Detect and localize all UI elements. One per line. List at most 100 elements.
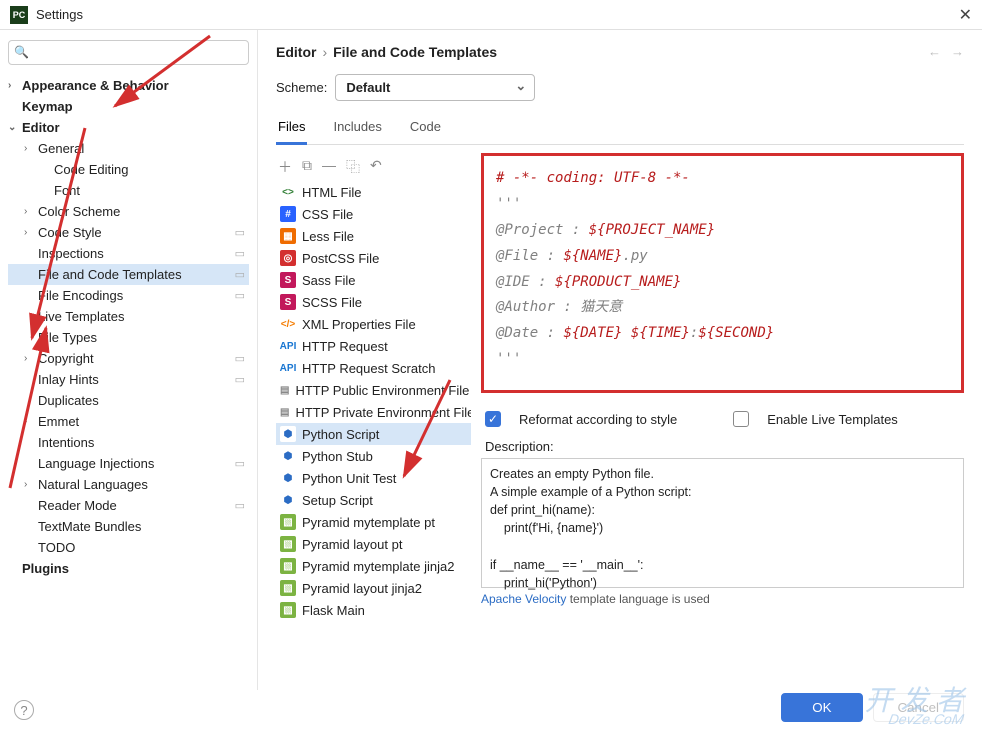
- forward-icon[interactable]: →: [951, 44, 964, 59]
- file-item[interactable]: <>HTML File: [276, 181, 471, 203]
- settings-tree[interactable]: ›Appearance & BehaviorKeymap⌄Editor›Gene…: [8, 75, 249, 690]
- chevron-icon: ⌄: [8, 122, 16, 133]
- tree-item[interactable]: File Encodings▭: [8, 285, 249, 306]
- file-item[interactable]: </>XML Properties File: [276, 313, 471, 335]
- search-input[interactable]: [8, 40, 249, 65]
- chevron-icon: ›: [24, 479, 27, 490]
- file-item[interactable]: ◎PostCSS File: [276, 247, 471, 269]
- tree-item[interactable]: Font: [8, 180, 249, 201]
- tree-item[interactable]: Inspections▭: [8, 243, 249, 264]
- chevron-icon: ›: [24, 353, 27, 364]
- tab-files[interactable]: Files: [276, 113, 307, 145]
- live-templates-checkbox[interactable]: [733, 411, 749, 427]
- tree-item[interactable]: Code Editing: [8, 159, 249, 180]
- tree-item[interactable]: ›Copyright▭: [8, 348, 249, 369]
- tree-item[interactable]: ›General: [8, 138, 249, 159]
- file-item[interactable]: ⬢Setup Script: [276, 489, 471, 511]
- ok-button[interactable]: OK: [781, 693, 862, 722]
- language-note: Apache Velocity template language is use…: [481, 588, 964, 610]
- tree-item[interactable]: Intentions: [8, 432, 249, 453]
- scope-icon: ▭: [235, 289, 245, 302]
- tree-item[interactable]: Duplicates: [8, 390, 249, 411]
- tree-item[interactable]: Live Templates: [8, 306, 249, 327]
- file-type-icon: #: [280, 206, 296, 222]
- tree-item[interactable]: Reader Mode▭: [8, 495, 249, 516]
- tree-item[interactable]: Inlay Hints▭: [8, 369, 249, 390]
- scheme-label: Scheme:: [276, 80, 327, 95]
- chevron-icon: ›: [24, 143, 27, 154]
- tree-item[interactable]: ›Color Scheme: [8, 201, 249, 222]
- apache-velocity-link[interactable]: Apache Velocity: [481, 592, 566, 606]
- file-item[interactable]: SSCSS File: [276, 291, 471, 313]
- scheme-select[interactable]: Default: [335, 74, 535, 101]
- scope-icon: ▭: [235, 352, 245, 365]
- remove-icon[interactable]: —: [322, 157, 336, 177]
- file-type-icon: API: [280, 338, 296, 354]
- tab-includes[interactable]: Includes: [331, 113, 383, 144]
- file-item[interactable]: APIHTTP Request: [276, 335, 471, 357]
- file-type-icon: ▧: [280, 580, 296, 596]
- tree-item[interactable]: File Types: [8, 327, 249, 348]
- tree-item[interactable]: TODO: [8, 537, 249, 558]
- tree-item[interactable]: ›Appearance & Behavior: [8, 75, 249, 96]
- scope-icon: ▭: [235, 499, 245, 512]
- chevron-icon: ›: [24, 206, 27, 217]
- file-item[interactable]: ⬢Python Script: [276, 423, 471, 445]
- file-type-icon: ⬢: [280, 426, 296, 442]
- tree-item[interactable]: ›Natural Languages: [8, 474, 249, 495]
- scope-icon: ▭: [235, 226, 245, 239]
- file-item[interactable]: #CSS File: [276, 203, 471, 225]
- cancel-button[interactable]: Cancel: [873, 693, 965, 722]
- close-icon[interactable]: ✕: [959, 5, 972, 25]
- tree-item[interactable]: ›Emmet: [8, 411, 249, 432]
- file-type-icon: ⬢: [280, 492, 296, 508]
- file-type-icon: ▤: [280, 382, 289, 398]
- undo-icon[interactable]: ↶: [370, 157, 382, 177]
- description-box[interactable]: Creates an empty Python file. A simple e…: [481, 458, 964, 588]
- add-icon[interactable]: ＋: [278, 157, 292, 177]
- file-type-icon: ◎: [280, 250, 296, 266]
- tree-item[interactable]: Keymap: [8, 96, 249, 117]
- chevron-icon: ›: [24, 227, 27, 238]
- file-type-icon: ▧: [280, 536, 296, 552]
- file-type-icon: ▧: [280, 514, 296, 530]
- help-icon[interactable]: ?: [14, 700, 34, 720]
- copy-icon[interactable]: ⿻: [346, 157, 360, 177]
- file-type-icon: ▤: [280, 404, 289, 420]
- file-item[interactable]: ▤HTTP Private Environment File: [276, 401, 471, 423]
- template-editor[interactable]: # -*- coding: UTF-8 -*- ''' @Project : $…: [481, 153, 964, 393]
- file-item[interactable]: APIHTTP Request Scratch: [276, 357, 471, 379]
- file-item[interactable]: ▧Pyramid mytemplate pt: [276, 511, 471, 533]
- file-item[interactable]: ⬢Python Unit Test: [276, 467, 471, 489]
- file-item[interactable]: ▧Pyramid layout jinja2: [276, 577, 471, 599]
- tab-code[interactable]: Code: [408, 113, 443, 144]
- template-file-list[interactable]: <>HTML File#CSS File▦Less File◎PostCSS F…: [276, 181, 471, 690]
- scope-icon: ▭: [235, 268, 245, 281]
- tree-item[interactable]: ›Code Style▭: [8, 222, 249, 243]
- content-panel: ← → Editor › File and Code Templates Sch…: [258, 30, 982, 690]
- file-type-icon: ▦: [280, 228, 296, 244]
- file-item[interactable]: ⬢Python Stub: [276, 445, 471, 467]
- file-item[interactable]: SSass File: [276, 269, 471, 291]
- file-type-icon: <>: [280, 184, 296, 200]
- title-bar: PC Settings ✕: [0, 0, 982, 30]
- tree-item[interactable]: Language Injections▭: [8, 453, 249, 474]
- scheme-value: Default: [346, 80, 390, 95]
- file-item[interactable]: ▤HTTP Public Environment File: [276, 379, 471, 401]
- file-type-icon: S: [280, 272, 296, 288]
- breadcrumb-parent[interactable]: Editor: [276, 44, 316, 60]
- file-item[interactable]: ▧Pyramid layout pt: [276, 533, 471, 555]
- app-icon: PC: [10, 6, 28, 24]
- tabs-row: Files Includes Code: [276, 113, 964, 145]
- tree-item[interactable]: ⌄Editor: [8, 117, 249, 138]
- tree-item[interactable]: File and Code Templates▭: [8, 264, 249, 285]
- reformat-label: Reformat according to style: [519, 412, 677, 427]
- add-child-icon[interactable]: ⧉: [302, 157, 312, 177]
- tree-item[interactable]: Plugins: [8, 558, 249, 579]
- file-item[interactable]: ▦Less File: [276, 225, 471, 247]
- reformat-checkbox[interactable]: ✓: [485, 411, 501, 427]
- tree-item[interactable]: TextMate Bundles: [8, 516, 249, 537]
- back-icon[interactable]: ←: [928, 44, 941, 59]
- file-item[interactable]: ▧Flask Main: [276, 599, 471, 621]
- file-item[interactable]: ▧Pyramid mytemplate jinja2: [276, 555, 471, 577]
